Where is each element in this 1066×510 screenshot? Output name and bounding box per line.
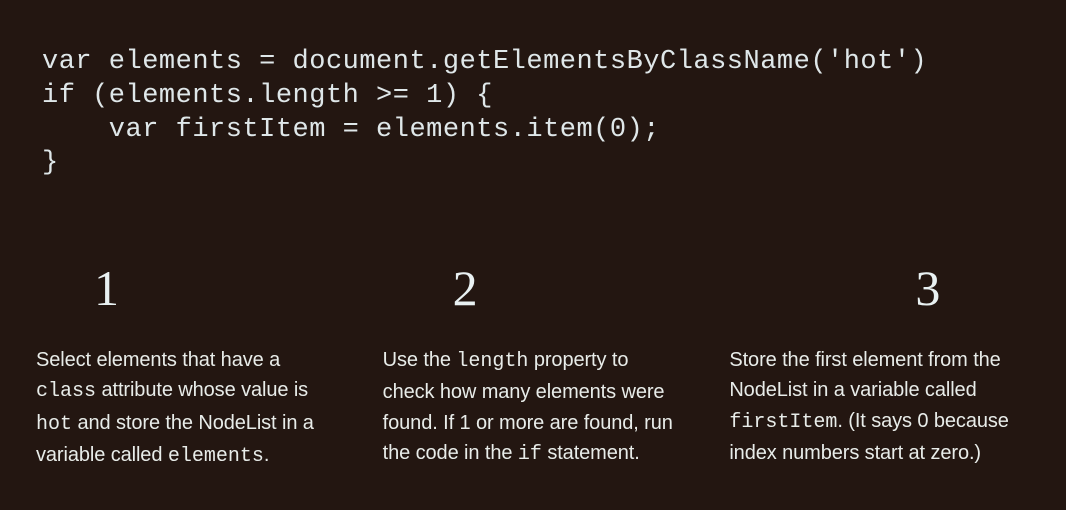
step-number: 1 [94,259,337,317]
code-line-3: var firstItem = elements.item(0); [42,115,660,145]
text-span: Use the [383,349,457,371]
text-span: attribute whose value is [96,379,308,401]
step-2: 2 Use the length property to check how m… [383,259,684,473]
code-span: length [456,350,528,373]
page: var elements = document.getElementsByCla… [0,0,1066,510]
text-span: Select elements that have a [36,349,280,371]
code-span: class [36,380,96,403]
code-line-4: } [42,148,59,178]
step-1: 1 Select elements that have a class attr… [36,259,337,473]
step-3: 3 Store the first element from the NodeL… [729,259,1030,473]
code-block: var elements = document.getElementsByCla… [42,46,1030,181]
text-span: statement. [542,442,640,464]
code-span: elements [168,445,264,468]
code-span: if [518,443,542,466]
step-columns: 1 Select elements that have a class attr… [36,259,1030,473]
step-number: 3 [915,259,1030,317]
step-description: Store the first element from the NodeLis… [729,345,1030,469]
text-span: . [264,444,269,466]
code-line-2: if (elements.length >= 1) { [42,81,493,111]
text-span: Store the first element from the NodeLis… [729,349,1000,401]
step-number: 2 [453,259,684,317]
code-span: hot [36,413,72,436]
code-span: firstItem [729,411,837,434]
code-line-1: var elements = document.getElementsByCla… [42,47,927,77]
step-description: Select elements that have a class attrib… [36,345,337,473]
step-description: Use the length property to check how man… [383,345,684,471]
